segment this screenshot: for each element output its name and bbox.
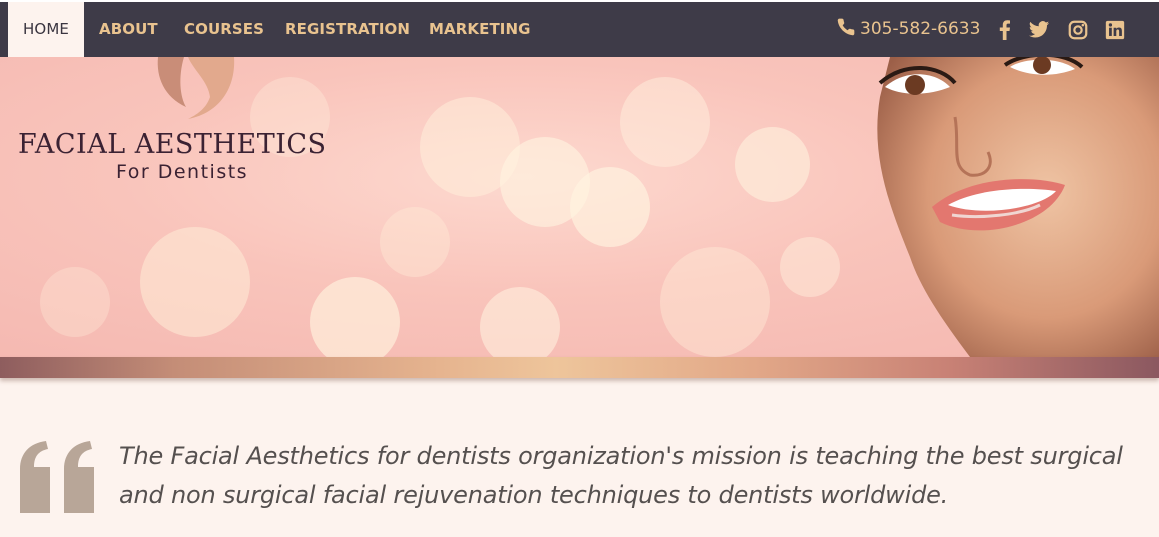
nav-registration[interactable]: REGISTRATION [285, 2, 410, 57]
decorative-stripe [0, 357, 1159, 378]
bokeh-light [380, 207, 450, 277]
nav-courses[interactable]: COURSES [184, 2, 264, 57]
twitter-icon[interactable] [1028, 19, 1050, 41]
phone-number: 305-582-6633 [860, 19, 981, 39]
logo-face-icon [157, 57, 235, 119]
bokeh-light [620, 77, 710, 167]
phone-icon [837, 18, 855, 36]
linkedin-icon[interactable] [1104, 19, 1126, 41]
bokeh-light [480, 287, 560, 357]
bokeh-light [660, 247, 770, 357]
bokeh-light [140, 227, 250, 337]
hero-banner: FACIAL AESTHETICS For Dentists [0, 57, 1159, 357]
top-nav: HOME ABOUT COURSES REGISTRATION MARKETIN… [0, 0, 1159, 57]
brand-subtitle: For Dentists [116, 161, 249, 183]
bokeh-light [780, 237, 840, 297]
brand-title: FACIAL AESTHETICS [18, 129, 327, 160]
mission-statement: The Facial Aesthetics for dentists organ… [119, 442, 1123, 509]
facebook-icon[interactable] [994, 19, 1016, 41]
phone-link[interactable]: 305-582-6633 [836, 2, 980, 57]
nav-marketing[interactable]: MARKETING [429, 2, 531, 57]
bokeh-light [570, 167, 650, 247]
smiling-face-image [877, 57, 1159, 357]
nav-home[interactable]: HOME [8, 2, 84, 57]
nav-about[interactable]: ABOUT [99, 2, 158, 57]
bokeh-light [735, 127, 810, 202]
bokeh-light [40, 267, 110, 337]
quote-icon [20, 441, 94, 513]
bokeh-light [310, 277, 400, 357]
instagram-icon[interactable] [1067, 19, 1089, 41]
